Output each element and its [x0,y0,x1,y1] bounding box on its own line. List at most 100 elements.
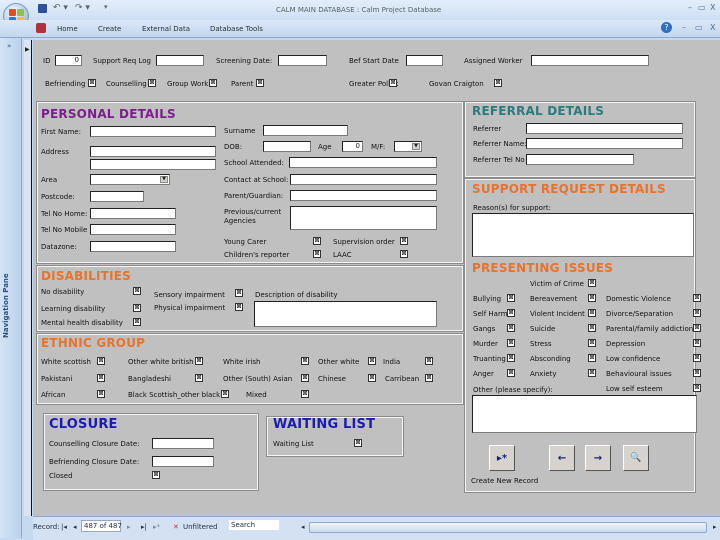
contact-school-field[interactable] [290,174,437,185]
counselling-closure-field[interactable] [152,438,214,449]
next-record-nav-button[interactable]: ▸ [127,523,131,531]
mf-dropdown[interactable]: ▼ [394,141,422,152]
issue-checkbox[interactable]: ⊠ [693,294,701,302]
disability-checkbox[interactable]: ⊠ [235,303,243,311]
tab-create[interactable]: Create [98,25,121,33]
age-field[interactable]: 0 [342,141,363,152]
childrens-reporter-checkbox[interactable]: ⊠ [313,250,321,258]
first-name-field[interactable] [90,126,216,137]
doc-close-button[interactable]: X [710,23,715,32]
young-carer-checkbox[interactable]: ⊠ [313,237,321,245]
disability-description-field[interactable] [254,301,437,327]
issue-checkbox[interactable]: ⊠ [507,369,515,377]
tab-home[interactable]: Home [57,25,78,33]
datazone-field[interactable] [90,241,176,252]
record-position-field[interactable]: 487 of 487 [81,520,122,532]
referrer-name-field[interactable] [526,138,683,149]
service-groupwork-checkbox[interactable]: ⊠ [209,79,217,87]
issue-checkbox[interactable]: ⊠ [507,324,515,332]
assigned-worker-field[interactable] [531,55,649,66]
issue-checkbox[interactable]: ⊠ [588,324,596,332]
filter-status[interactable]: Unfiltered [183,523,217,531]
tab-database-tools[interactable]: Database Tools [210,25,263,33]
issue-checkbox[interactable]: ⊠ [507,294,515,302]
doc-minimize-button[interactable]: – [682,23,686,32]
support-req-field[interactable] [156,55,204,66]
waiting-list-checkbox[interactable]: ⊠ [354,439,362,447]
id-field[interactable]: 0 [55,55,82,66]
service-counselling-checkbox[interactable]: ⊠ [148,79,156,87]
area-dropdown[interactable]: ▼ [90,174,170,185]
scroll-left-button[interactable]: ◂ [301,523,305,531]
befriending-closure-field[interactable] [152,456,214,467]
issue-checkbox[interactable]: ⊠ [693,339,701,347]
issue-checkbox[interactable]: ⊠ [588,369,596,377]
parent-guardian-field[interactable] [290,190,437,201]
ethnic-checkbox[interactable]: ⊠ [97,357,105,365]
ethnic-checkbox[interactable]: ⊠ [301,357,309,365]
quick-access-dropdown[interactable]: ▾ [104,3,108,11]
tel-home-field[interactable] [90,208,176,219]
ethnic-checkbox[interactable]: ⊠ [97,390,105,398]
other-specify-field[interactable] [472,395,697,433]
scroll-right-button[interactable]: ▸ [713,523,717,531]
referrer-field[interactable] [526,123,683,134]
navigation-pane[interactable]: » Navigation Pane [0,38,22,538]
find-button[interactable]: 🔍 [623,445,649,471]
last-record-button[interactable]: ▸| [141,523,147,531]
ethnic-checkbox[interactable]: ⊠ [195,357,203,365]
school-field[interactable] [289,157,437,168]
new-record-button[interactable]: ▸* [489,445,515,471]
search-input[interactable]: Search [229,520,279,530]
issue-checkbox[interactable]: ⊠ [588,339,596,347]
issue-checkbox[interactable]: ⊠ [693,324,701,332]
disability-checkbox[interactable]: ⊠ [235,289,243,297]
laac-checkbox[interactable]: ⊠ [400,250,408,258]
first-record-button[interactable]: |◂ [61,523,67,531]
prev-agencies-field[interactable] [290,206,437,230]
record-selector[interactable]: ▶ [24,40,32,516]
service-parent-checkbox[interactable]: ⊠ [256,79,264,87]
issue-checkbox[interactable]: ⊠ [507,309,515,317]
disability-checkbox[interactable]: ⊠ [133,287,141,295]
issue-checkbox[interactable]: ⊠ [693,354,701,362]
horizontal-scrollbar[interactable] [309,522,707,533]
issue-checkbox[interactable]: ⊠ [588,294,596,302]
next-record-button[interactable]: → [585,445,611,471]
reasons-field[interactable] [472,213,694,257]
issue-checkbox[interactable]: ⊠ [693,369,701,377]
issue-checkbox[interactable]: ⊠ [693,384,701,392]
ethnic-checkbox[interactable]: ⊠ [301,374,309,382]
ethnic-checkbox[interactable]: ⊠ [425,357,433,365]
screening-date-field[interactable] [278,55,327,66]
disability-checkbox[interactable]: ⊠ [133,318,141,326]
nav-pane-toggle[interactable]: » [7,42,11,50]
issue-checkbox[interactable]: ⊠ [507,354,515,362]
issue-checkbox[interactable]: ⊠ [507,339,515,347]
supervision-order-checkbox[interactable]: ⊠ [400,237,408,245]
disability-checkbox[interactable]: ⊠ [133,304,141,312]
ethnic-checkbox[interactable]: ⊠ [425,374,433,382]
undo-icon[interactable]: ↶ ▾ [53,3,68,13]
new-record-nav-button[interactable]: ▸* [153,523,160,531]
postcode-field[interactable] [90,191,144,202]
previous-record-button[interactable]: ← [549,445,575,471]
ethnic-checkbox[interactable]: ⊠ [301,390,309,398]
ethnic-checkbox[interactable]: ⊠ [97,374,105,382]
dob-field[interactable] [263,141,311,152]
service-greater-pollok-checkbox[interactable]: ⊠ [389,79,397,87]
service-govan-checkbox[interactable]: ⊠ [494,79,502,87]
ethnic-checkbox[interactable]: ⊠ [195,374,203,382]
tel-mobile-field[interactable] [90,224,176,235]
restore-button[interactable]: ▭ [698,3,706,12]
save-icon[interactable] [38,4,47,13]
closed-checkbox[interactable]: ⊠ [152,471,160,479]
issue-checkbox[interactable]: ⊠ [588,309,596,317]
issue-checkbox[interactable]: ⊠ [588,279,596,287]
redo-icon[interactable]: ↷ ▾ [75,3,90,13]
surname-field[interactable] [263,125,348,136]
issue-checkbox[interactable]: ⊠ [588,354,596,362]
help-icon[interactable]: ? [661,22,672,33]
service-befriending-checkbox[interactable]: ⊠ [88,79,96,87]
tab-external-data[interactable]: External Data [142,25,190,33]
